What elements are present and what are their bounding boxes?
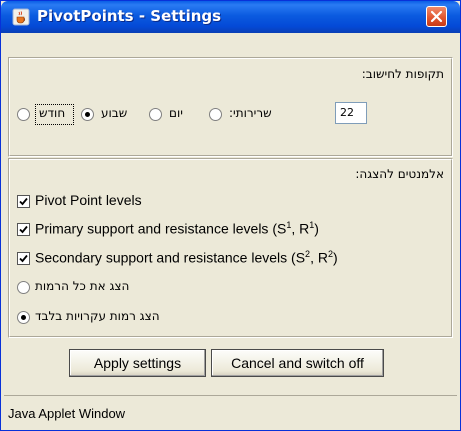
checkbox-pivot-label[interactable]: Pivot Point levels xyxy=(35,192,142,208)
checkmark-icon xyxy=(19,254,28,263)
radio-week-label[interactable]: שבוע xyxy=(101,106,127,120)
status-text: Java Applet Window xyxy=(8,406,126,421)
radio-custom[interactable] xyxy=(209,108,222,121)
status-bar: Java Applet Window xyxy=(4,395,457,428)
radio-day[interactable] xyxy=(149,108,162,121)
checkbox-secondary-label[interactable]: Secondary support and resistance levels … xyxy=(35,249,338,266)
cancel-switch-off-button[interactable]: Cancel and switch off xyxy=(211,349,384,377)
elements-panel: אלמנטים להצגה: Pivot Point levels Primar… xyxy=(8,158,453,338)
checkmark-icon xyxy=(19,225,28,234)
radio-show-all-levels[interactable] xyxy=(17,281,30,294)
checkbox-secondary-levels[interactable] xyxy=(17,252,30,265)
radio-show-primary-only[interactable] xyxy=(17,311,30,324)
radio-show-primary-label[interactable]: הצג רמות עקרויות בלבד xyxy=(35,309,160,323)
elements-label: אלמנטים להצגה: xyxy=(355,167,444,181)
checkbox-primary-levels[interactable] xyxy=(17,223,30,236)
close-button[interactable] xyxy=(426,6,447,27)
radio-day-label[interactable]: יום xyxy=(169,106,183,120)
settings-content: תקופות לחישוב: חודש שבוע יום שרירותי: 22… xyxy=(4,33,457,428)
checkbox-primary-label[interactable]: Primary support and resistance levels (S… xyxy=(35,220,319,237)
radio-show-all-label[interactable]: הצג את כל הרמות xyxy=(35,279,129,293)
radio-week[interactable] xyxy=(81,108,94,121)
java-cup-icon xyxy=(12,8,30,26)
periods-label: תקופות לחישוב: xyxy=(361,67,444,81)
settings-window: PivotPoints - Settings תקופות לחישוב: חו… xyxy=(0,0,461,431)
title-bar[interactable]: PivotPoints - Settings xyxy=(1,1,460,33)
radio-month[interactable] xyxy=(17,108,30,121)
checkmark-icon xyxy=(19,197,28,206)
custom-period-input[interactable]: 22 xyxy=(335,102,367,124)
periods-panel: תקופות לחישוב: חודש שבוע יום שרירותי: 22 xyxy=(8,57,453,157)
apply-settings-button[interactable]: Apply settings xyxy=(69,349,206,377)
radio-custom-label[interactable]: שרירותי: xyxy=(229,106,272,120)
checkbox-pivot-levels[interactable] xyxy=(17,195,30,208)
radio-month-label[interactable]: חודש xyxy=(39,106,65,120)
window-title: PivotPoints - Settings xyxy=(37,7,222,25)
